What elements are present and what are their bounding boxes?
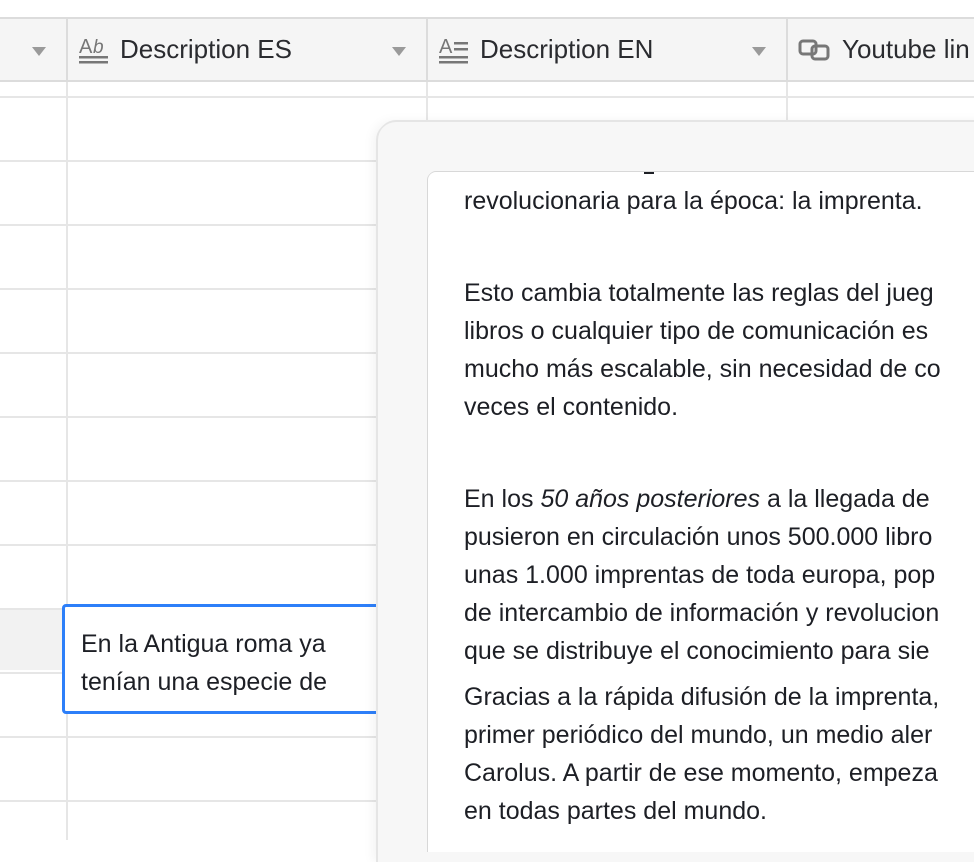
chevron-down-icon[interactable]: [32, 47, 46, 56]
text-run: a la llegada de: [760, 485, 930, 513]
grid-row-divider: [0, 288, 380, 290]
grid-header: A b Description ES A Description EN Yout…: [0, 19, 974, 82]
italic-text: 50 años posteriores: [540, 485, 761, 513]
active-cell-description-es[interactable]: En la Antigua roma ya tenían una especie…: [62, 604, 392, 714]
text-line: Esto cambia totalmente las reglas del ju…: [464, 279, 934, 307]
text-line: unas 1.000 imprentas de toda europa, pop: [464, 561, 936, 589]
paragraph-1: revolucionaria para la época: la imprent…: [464, 187, 923, 215]
column-label: Description ES: [120, 34, 292, 64]
long-text-icon: A b: [78, 34, 110, 66]
grid-row-divider: [0, 800, 380, 802]
column-header-description-en[interactable]: A Description EN: [428, 19, 788, 80]
long-text-icon: A: [438, 34, 470, 66]
column-header-description-es[interactable]: A b Description ES: [68, 19, 428, 80]
text-line: mucho más escalable, sin necesidad de co: [464, 355, 941, 383]
text-line: de intercambio de información y revoluci…: [464, 599, 940, 627]
grid-row-divider: [0, 416, 380, 418]
text-run: En los: [464, 485, 541, 513]
column-label: Description EN: [480, 34, 654, 64]
paragraph-2: Esto cambia totalmente las reglas del ju…: [464, 274, 941, 426]
row-highlight: [0, 608, 66, 670]
text-line: veces el contenido.: [464, 393, 679, 421]
svg-text:A: A: [439, 36, 453, 58]
link-icon: [798, 36, 832, 64]
grid-row-divider: [0, 352, 380, 354]
column-header-previous[interactable]: [0, 19, 68, 80]
long-text-editor[interactable]: revolucionaria para la época: la imprent…: [428, 172, 974, 852]
cell-text-line: En la Antigua roma ya: [81, 630, 326, 658]
text-line: Gracias a la rápida difusión de la impre…: [464, 683, 940, 711]
grid-column-divider: [66, 82, 68, 840]
text-line: pusieron en circulación unos 500.000 lib…: [464, 523, 933, 551]
column-label: Youtube lin: [842, 34, 970, 64]
chevron-down-icon[interactable]: [752, 47, 766, 56]
grid-row-divider: [0, 544, 380, 546]
svg-text:A: A: [79, 36, 93, 58]
text-line: primer periódico del mundo, un medio ale…: [464, 721, 933, 749]
text-line: libros o cualquier tipo de comunicación …: [464, 317, 929, 345]
text-line: que se distribuye el conocimiento para s…: [464, 637, 930, 665]
grid-row-divider: [0, 480, 380, 482]
paragraph-4: Gracias a la rápida difusión de la impre…: [464, 678, 939, 830]
text-line: Carolus. A partir de ese momento, empeza: [464, 759, 938, 787]
grid-row-divider: [0, 96, 974, 98]
column-header-youtube[interactable]: Youtube lin: [788, 19, 974, 80]
grid-row-divider: [0, 160, 380, 162]
text-line: En los 50 años posteriores a la llegada …: [464, 480, 939, 518]
cell-text-line: tenían una especie de: [81, 668, 328, 696]
grid-row-divider: [0, 736, 380, 738]
svg-text:b: b: [93, 37, 104, 58]
paragraph-3: En los 50 años posteriores a la llegada …: [464, 480, 939, 670]
text-line: en todas partes del mundo.: [464, 797, 767, 825]
clipped-text-line: [464, 172, 714, 174]
chevron-down-icon[interactable]: [392, 47, 406, 56]
grid-row-divider: [0, 224, 380, 226]
